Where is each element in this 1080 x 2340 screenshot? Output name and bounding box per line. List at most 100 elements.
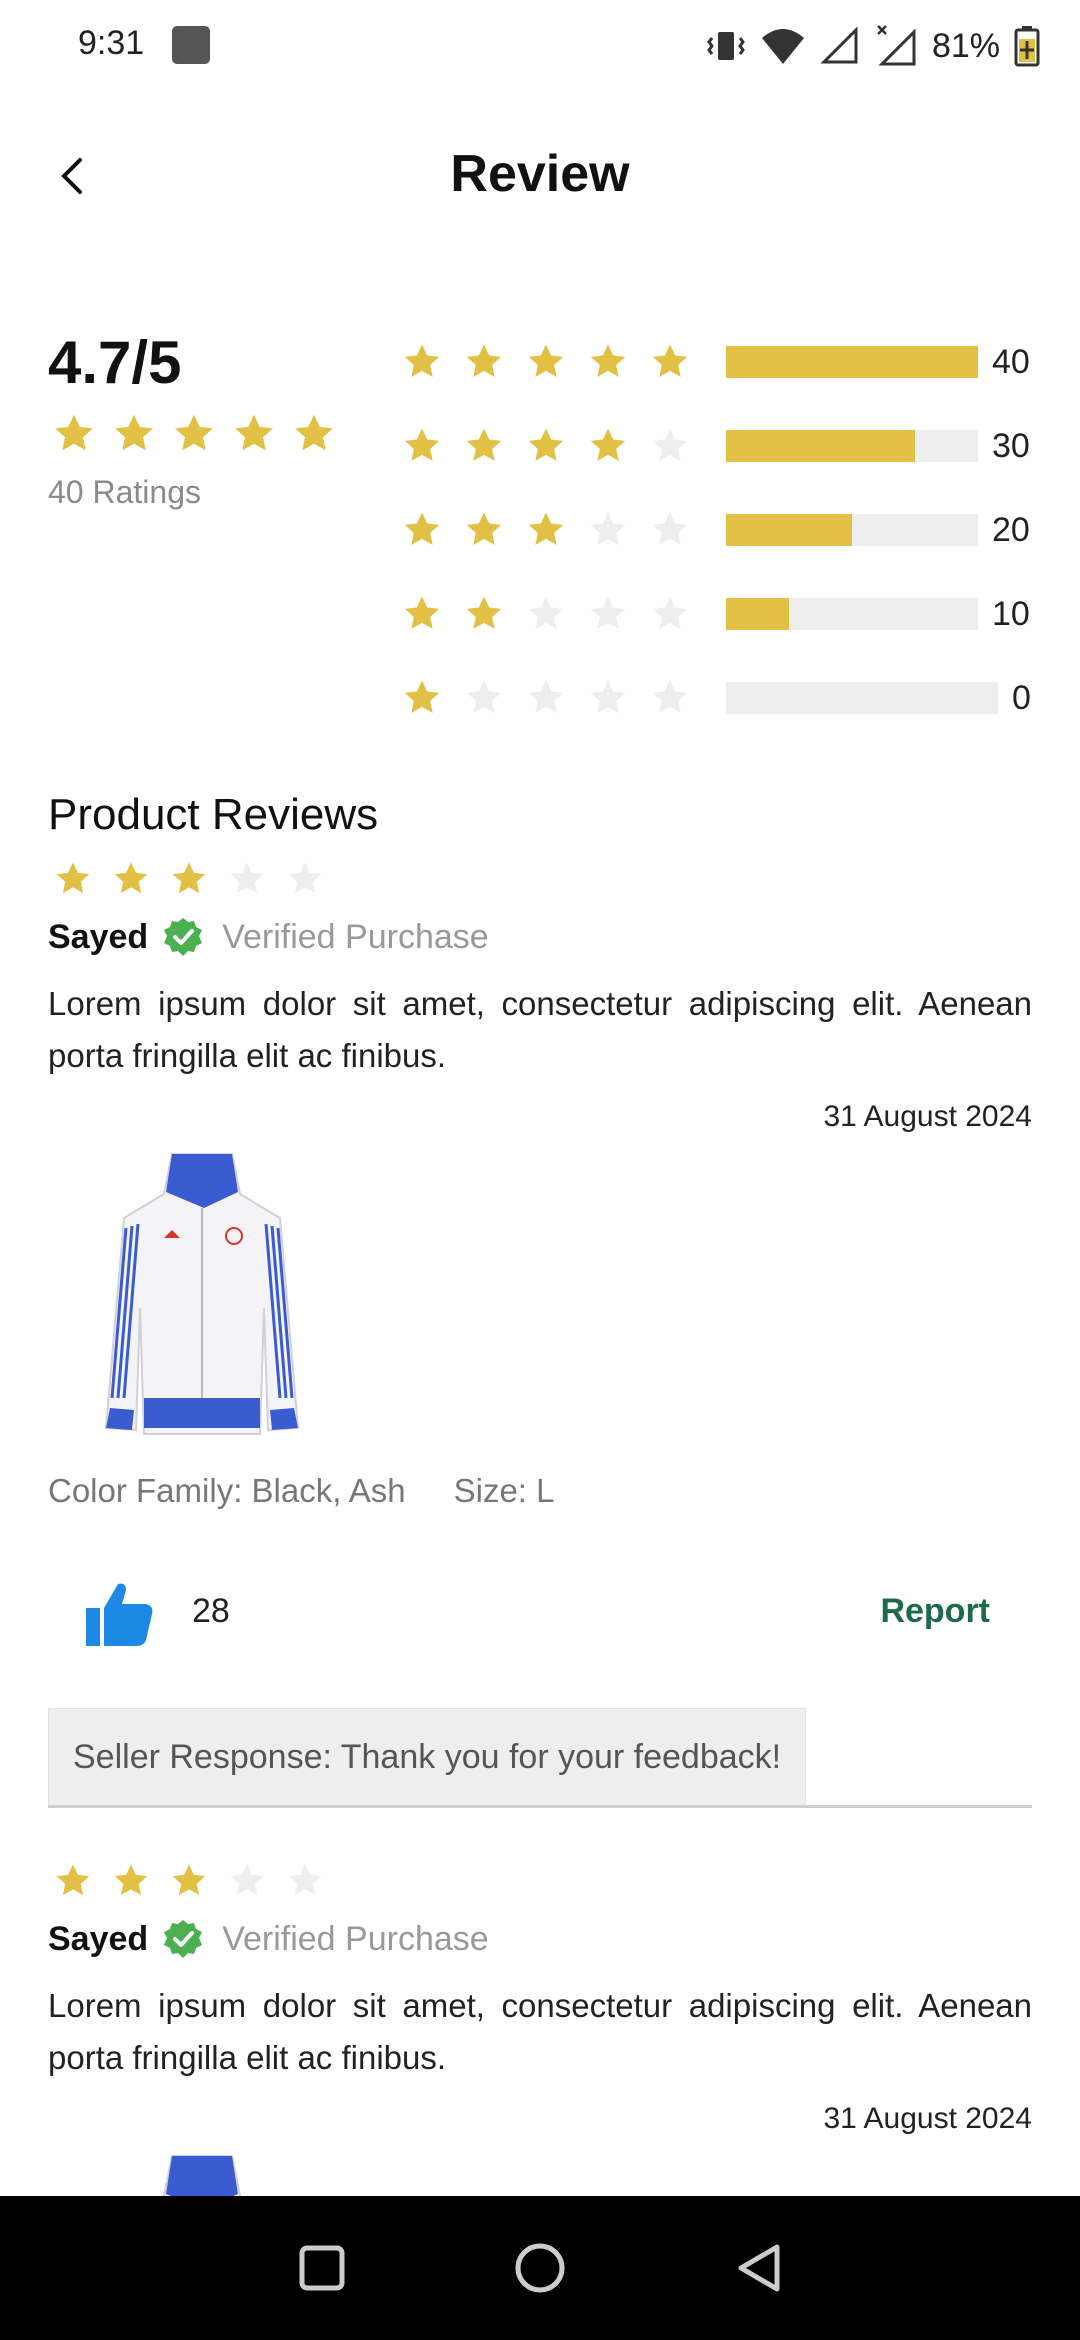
like-row: 28 Report xyxy=(48,1572,1032,1652)
star-empty-icon xyxy=(528,596,564,629)
star-filled-icon xyxy=(172,1864,206,1896)
star-filled-icon xyxy=(404,512,440,545)
distribution-stars xyxy=(402,426,726,466)
system-nav-bar xyxy=(0,2196,1080,2340)
status-bar: 9:31 81% xyxy=(0,0,1080,92)
distribution-bar xyxy=(726,514,978,546)
section-title: Product Reviews xyxy=(48,790,379,839)
thumbs-up-icon[interactable] xyxy=(84,1578,156,1650)
star-filled-icon xyxy=(55,414,93,451)
distribution-stars xyxy=(402,510,726,550)
signal-no-data-icon xyxy=(877,25,916,66)
distribution-bar-fill xyxy=(726,598,789,630)
rating-score: 4.7/5 xyxy=(48,329,182,396)
distribution-stars xyxy=(402,594,726,634)
distribution-count: 40 xyxy=(992,342,1030,381)
seller-response: Seller Response: Thank you for your feed… xyxy=(48,1708,807,1806)
star-filled-icon xyxy=(172,862,206,894)
wifi-icon xyxy=(761,29,804,64)
review-card: Sayed Verified Purchase Lorem ipsum dolo… xyxy=(48,860,1032,1810)
star-filled-icon xyxy=(528,512,564,545)
star-filled-icon xyxy=(466,428,502,461)
star-filled-icon xyxy=(114,1864,148,1896)
app-notification-icon xyxy=(172,26,210,64)
recents-button[interactable] xyxy=(290,2236,354,2300)
distribution-row-5: 40 xyxy=(402,332,1042,392)
star-empty-icon xyxy=(230,862,264,894)
star-filled-icon xyxy=(466,344,502,377)
review-stars xyxy=(54,860,324,898)
review-card: Sayed Verified Purchase Lorem ipsum dolo… xyxy=(48,1862,1032,2196)
star-filled-icon xyxy=(295,414,333,451)
distribution-row-4: 30 xyxy=(402,416,1042,476)
product-image[interactable] xyxy=(92,2150,312,2196)
distribution-row-3: 20 xyxy=(402,500,1042,560)
distribution-bar xyxy=(726,598,978,630)
distribution-bar xyxy=(726,430,978,462)
star-filled-icon xyxy=(235,414,273,451)
reviewer-name: Sayed xyxy=(48,1919,149,1958)
review-date: 31 August 2024 xyxy=(823,1100,1032,1133)
distribution-bar xyxy=(726,682,998,714)
star-empty-icon xyxy=(652,596,688,629)
back-nav-button[interactable] xyxy=(728,2236,792,2300)
battery-charging-icon xyxy=(1014,26,1040,67)
star-filled-icon xyxy=(466,596,502,629)
distribution-row-1: 0 xyxy=(402,668,1042,728)
star-filled-icon xyxy=(56,862,90,894)
like-count: 28 xyxy=(192,1592,230,1630)
verified-purchase-label: Verified Purchase xyxy=(222,917,489,956)
verified-badge-icon xyxy=(164,1920,203,1958)
review-date: 31 August 2024 xyxy=(823,2102,1032,2135)
verified-badge-icon xyxy=(164,918,203,956)
distribution-bar xyxy=(726,346,978,378)
star-filled-icon xyxy=(404,428,440,461)
distribution-row-2: 10 xyxy=(402,584,1042,644)
product-image[interactable] xyxy=(92,1148,312,1438)
distribution-bar-fill xyxy=(726,514,852,546)
star-empty-icon xyxy=(652,428,688,461)
variant-info: Color Family: Black, Ash Size: L xyxy=(48,1472,555,1510)
star-empty-icon xyxy=(652,512,688,545)
star-filled-icon xyxy=(404,680,440,713)
review-divider xyxy=(48,1805,1032,1808)
review-text: Lorem ipsum dolor sit amet, consectetur … xyxy=(48,985,1032,1074)
status-time: 9:31 xyxy=(78,24,145,62)
distribution-count: 20 xyxy=(992,510,1030,549)
app-bar: Review xyxy=(0,130,1080,220)
ratings-count: 40 Ratings xyxy=(48,474,201,510)
verified-purchase-label: Verified Purchase xyxy=(222,1919,489,1958)
star-empty-icon xyxy=(590,680,626,713)
distribution-bar-fill xyxy=(726,430,915,462)
star-empty-icon xyxy=(288,1864,322,1896)
star-empty-icon xyxy=(230,1864,264,1896)
battery-percent: 81% xyxy=(931,26,1000,65)
back-triangle-icon xyxy=(738,2244,780,2292)
star-empty-icon xyxy=(590,512,626,545)
star-filled-icon xyxy=(528,428,564,461)
star-filled-icon xyxy=(590,344,626,377)
home-circle-icon xyxy=(515,2243,565,2293)
star-filled-icon xyxy=(114,862,148,894)
distribution-bar-fill xyxy=(726,346,978,378)
star-filled-icon xyxy=(404,344,440,377)
home-button[interactable] xyxy=(508,2236,572,2300)
review-text: Lorem ipsum dolor sit amet, consectetur … xyxy=(48,1987,1032,2076)
color-family: Color Family: Black, Ash xyxy=(48,1472,406,1509)
reviewer-row: Sayed Verified Purchase xyxy=(48,916,489,958)
star-empty-icon xyxy=(466,680,502,713)
reviewer-row: Sayed Verified Purchase xyxy=(48,1918,489,1960)
star-filled-icon xyxy=(404,596,440,629)
star-empty-icon xyxy=(528,680,564,713)
star-filled-icon xyxy=(466,512,502,545)
recents-square-icon xyxy=(299,2245,345,2291)
summary-stars xyxy=(52,412,336,456)
star-filled-icon xyxy=(56,1864,90,1896)
size: Size: L xyxy=(453,1472,555,1509)
star-empty-icon xyxy=(590,596,626,629)
signal-icon xyxy=(820,26,858,64)
report-button[interactable]: Report xyxy=(880,1592,990,1631)
star-filled-icon xyxy=(528,344,564,377)
vibrate-icon xyxy=(707,32,745,60)
distribution-count: 0 xyxy=(1012,678,1031,717)
